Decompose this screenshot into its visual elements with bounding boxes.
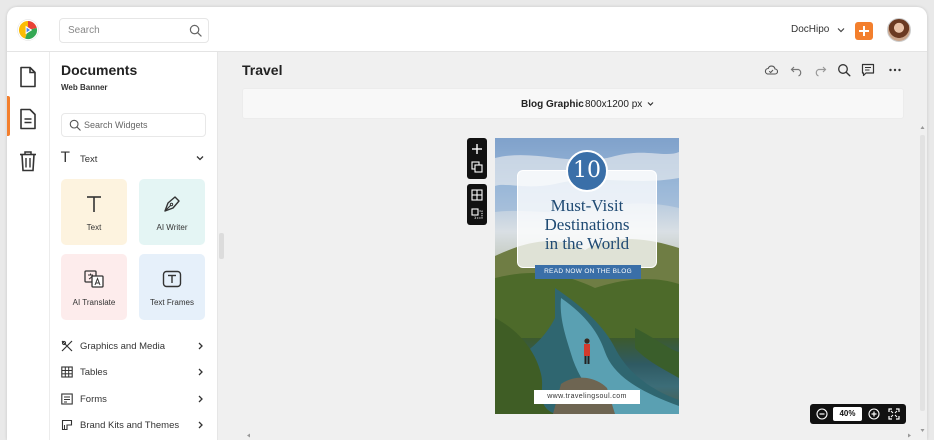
duplicate-page-icon[interactable] [471, 161, 483, 173]
horizontal-scrollbar[interactable] [240, 431, 918, 440]
active-indicator [7, 96, 10, 136]
more-icon[interactable] [888, 63, 902, 77]
app-window: DocHipo Documents Web Banner [7, 7, 927, 440]
card-label: AI Writer [156, 223, 188, 232]
page-tools-group-2 [467, 184, 487, 225]
menu-label: Forms [80, 394, 107, 405]
panel-collapse-handle[interactable] [219, 233, 224, 259]
vertical-scrollbar[interactable] [918, 121, 927, 437]
workspace-selector[interactable]: DocHipo [791, 24, 845, 35]
chevron-right-icon [198, 395, 203, 403]
poster-headline: Must-Visit Destinations in the World [517, 196, 657, 253]
card-label: Text [86, 223, 102, 232]
widgets-panel: Documents Web Banner T Text Text [50, 52, 218, 440]
trash-icon[interactable] [18, 150, 38, 172]
global-search-input[interactable] [60, 19, 180, 42]
zoom-level[interactable]: 40% [833, 407, 862, 421]
document-icon[interactable] [18, 66, 38, 88]
headline-line-1: Must-Visit [550, 196, 624, 215]
chevron-right-icon [198, 421, 203, 429]
menu-label: Brand Kits and Themes [80, 420, 180, 431]
menu-label: Tables [80, 367, 108, 378]
app-logo[interactable] [17, 19, 39, 41]
number-badge: 10 [566, 150, 608, 192]
document-title[interactable]: Travel [242, 62, 282, 78]
text-t-icon: T [61, 150, 70, 166]
undo-icon[interactable] [790, 63, 804, 77]
menu-graphics-and-media[interactable]: Graphics and Media [61, 339, 206, 355]
pen-nib-icon [164, 196, 180, 212]
global-search [59, 18, 209, 43]
text-section-toggle[interactable]: T Text [61, 151, 206, 167]
ai-translate-card[interactable]: AI Translate [61, 254, 127, 320]
zoom-in-icon[interactable] [868, 408, 880, 420]
card-label: AI Translate [72, 298, 116, 307]
page-tools-group-1 [467, 138, 487, 179]
menu-brand-kits-and-themes[interactable]: Brand Kits and Themes [61, 418, 206, 434]
cta-banner: READ NOW ON THE BLOG [535, 265, 641, 279]
chevron-down-icon [196, 156, 204, 161]
add-page-icon[interactable] [471, 143, 483, 155]
panel-title: Documents [61, 62, 138, 78]
translate-icon [84, 270, 104, 288]
headline-line-2: Destinations [544, 215, 630, 234]
zoom-out-icon[interactable] [816, 408, 828, 420]
avatar[interactable] [887, 18, 911, 42]
workspace-name: DocHipo [791, 24, 830, 35]
cloud-save-icon[interactable] [764, 63, 778, 77]
text-frame-icon [162, 270, 182, 288]
create-new-button[interactable] [855, 22, 873, 40]
size-value: 800x1200 px [585, 99, 643, 110]
card-label: Text Frames [149, 298, 194, 307]
chevron-down-icon [837, 27, 845, 32]
chevron-right-icon [198, 342, 203, 350]
brand-kit-icon [61, 419, 73, 431]
zoom-search-icon[interactable] [837, 63, 851, 77]
canvas-size-bar[interactable]: Blog Graphic 800x1200 px [242, 88, 904, 119]
chevron-right-icon [198, 368, 203, 376]
chevron-down-icon [647, 102, 654, 106]
grid-layout-icon[interactable] [471, 189, 483, 201]
top-bar: DocHipo [7, 7, 927, 52]
search-icon [69, 119, 81, 131]
menu-tables[interactable]: Tables [61, 365, 206, 381]
widget-search [61, 113, 206, 137]
text-t-icon [87, 196, 101, 212]
design-canvas-page[interactable]: 10 Must-Visit Destinations in the World … [495, 138, 679, 414]
ai-writer-card[interactable]: AI Writer [139, 179, 205, 245]
fullscreen-icon[interactable] [888, 408, 900, 420]
comment-icon[interactable] [861, 63, 875, 77]
size-label: Blog Graphic [521, 99, 584, 110]
text-widget-card[interactable]: Text [61, 179, 127, 245]
menu-label: Graphics and Media [80, 341, 166, 352]
headline-line-3: in the World [544, 234, 630, 253]
redo-icon[interactable] [813, 63, 827, 77]
panel-subtitle: Web Banner [61, 83, 108, 92]
website-url: www.travelingsoul.com [534, 390, 640, 404]
zoom-control: 40% [810, 404, 906, 424]
graphics-icon [61, 340, 73, 352]
widget-search-input[interactable] [84, 114, 202, 136]
background-icon[interactable] [471, 207, 483, 219]
search-icon[interactable] [189, 24, 202, 37]
table-icon [61, 366, 73, 378]
page-icon[interactable] [18, 108, 38, 130]
menu-forms[interactable]: Forms [61, 392, 206, 408]
text-frames-card[interactable]: Text Frames [139, 254, 205, 320]
icon-rail [7, 52, 50, 440]
form-icon [61, 393, 73, 405]
section-label: Text [80, 154, 98, 165]
